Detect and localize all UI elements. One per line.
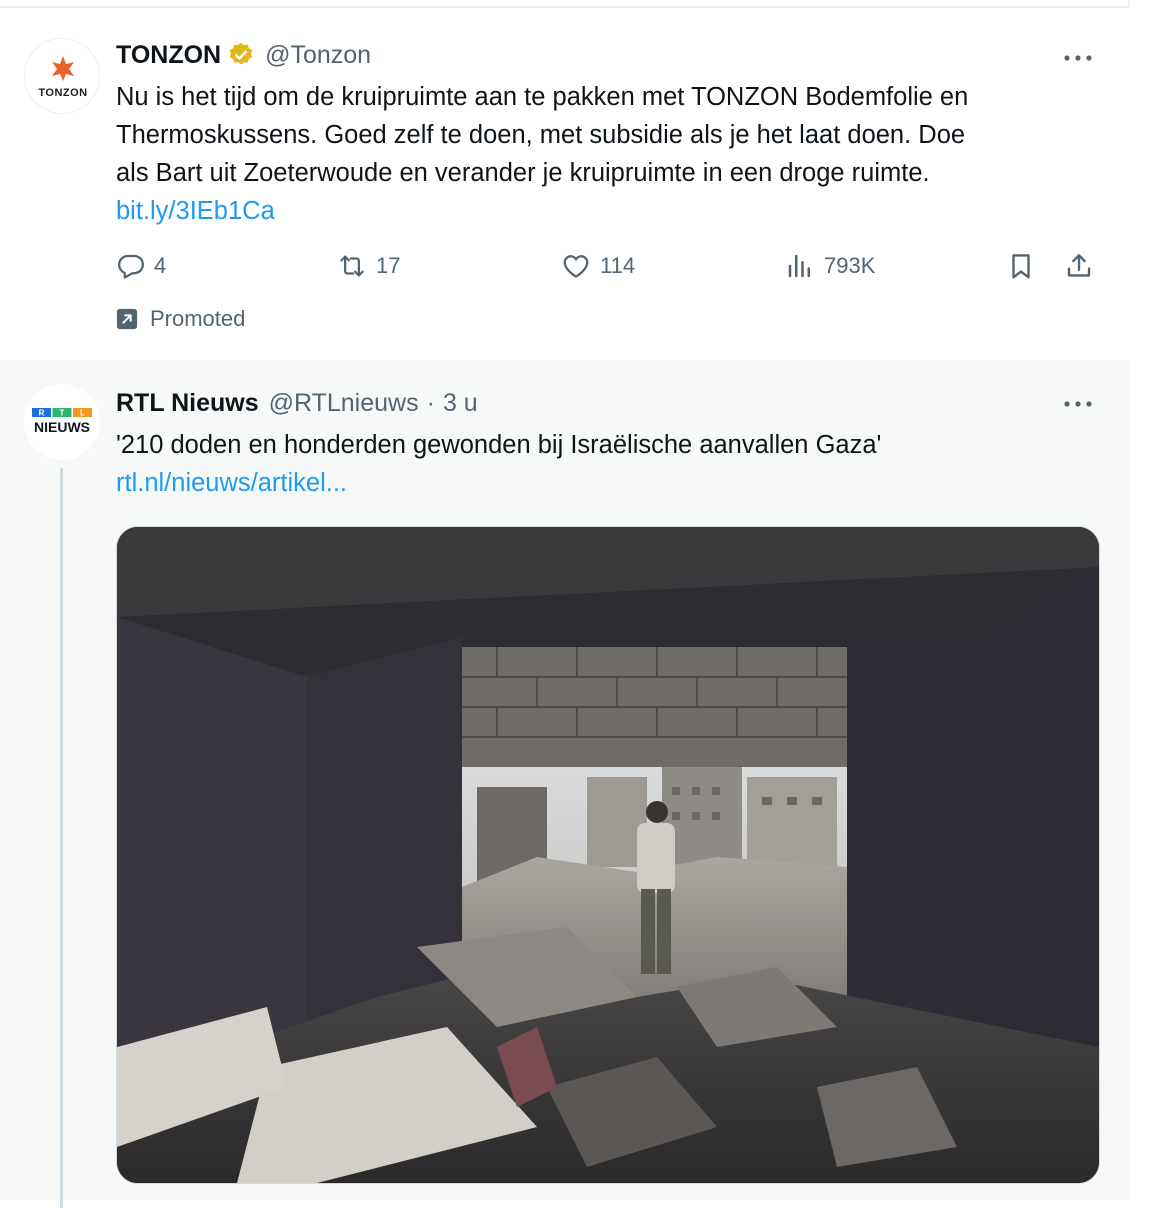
- rtl-letter-t: T: [60, 409, 65, 418]
- tonzon-logo-icon: [52, 56, 74, 81]
- promoted-arrow-icon: [116, 308, 138, 330]
- promoted-tweet[interactable]: TONZON TONZON @Tonzon Nu is het tijd om …: [0, 8, 1130, 360]
- rtl-letter-l: L: [80, 409, 85, 418]
- separator-dot: ·: [426, 388, 435, 417]
- views-icon: [788, 254, 810, 278]
- tweet-text-line: '210 doden en honderden gewonden bij Isr…: [116, 431, 882, 459]
- tweet-header: RTL Nieuws @RTLnieuws · 3 u: [116, 386, 478, 420]
- timeline-feed: TONZON TONZON @Tonzon Nu is het tijd om …: [0, 0, 1130, 1208]
- more-icon[interactable]: [1062, 42, 1094, 74]
- promoted-text: Promoted: [150, 306, 246, 331]
- rtl-logo-icon: R T L NIEUWS: [32, 408, 92, 435]
- tonzon-avatar-text: TONZON: [38, 87, 88, 99]
- photo-icon: [117, 527, 1099, 1183]
- share-button[interactable]: [1064, 248, 1102, 284]
- retweet-count: 17: [376, 253, 401, 278]
- more-icon[interactable]: [1062, 388, 1094, 420]
- bookmark-icon: [1012, 254, 1030, 279]
- thread-line: [60, 468, 63, 1208]
- tweet-text: Nu is het tijd om de kruipruimte aan te …: [116, 78, 1116, 230]
- tweet-text-line: Thermoskussens. Goed zelf te doen, met s…: [116, 121, 966, 149]
- tweet-timestamp[interactable]: 3 u: [443, 389, 478, 418]
- reply-icon: [118, 254, 144, 279]
- reply-button[interactable]: 4: [116, 248, 166, 284]
- tweet-text: '210 doden en honderden gewonden bij Isr…: [116, 426, 1116, 502]
- news-tweet[interactable]: R T L NIEUWS RTL Nieuws @RTLnieuws · 3 u…: [0, 360, 1130, 1208]
- tweet-photo[interactable]: [116, 526, 1100, 1184]
- tweet-actions: 4 17 114 793K: [116, 248, 1106, 284]
- rtl-avatar-text: NIEUWS: [34, 419, 90, 435]
- author-handle[interactable]: @RTLnieuws: [269, 389, 419, 418]
- tweet-link[interactable]: bit.ly/3IEb1Ca: [116, 192, 1116, 230]
- like-icon: [563, 255, 589, 278]
- tweet-text-line: als Bart uit Zoeterwoude en verander je …: [116, 159, 930, 187]
- views-count: 793K: [824, 253, 876, 278]
- retweet-button[interactable]: 17: [336, 248, 400, 284]
- bookmark-button[interactable]: [1006, 248, 1044, 284]
- like-count: 114: [600, 253, 636, 278]
- author-name[interactable]: RTL Nieuws: [116, 389, 259, 418]
- rtl-avatar[interactable]: R T L NIEUWS: [24, 384, 100, 460]
- promoted-label[interactable]: Promoted: [116, 306, 245, 332]
- tweet-link[interactable]: rtl.nl/nieuws/artikel...: [116, 464, 1116, 502]
- author-handle[interactable]: @Tonzon: [265, 41, 371, 70]
- tonzon-avatar[interactable]: TONZON: [24, 38, 100, 114]
- tweet-text-line: Nu is het tijd om de kruipruimte aan te …: [116, 83, 969, 111]
- rtl-letter-r: R: [39, 409, 45, 418]
- views-button[interactable]: 793K: [784, 248, 875, 284]
- reply-count: 4: [154, 253, 167, 278]
- like-button[interactable]: 114: [560, 248, 635, 284]
- verified-badge-icon: [229, 42, 253, 65]
- retweet-icon: [340, 255, 364, 277]
- tweet-header: TONZON @Tonzon: [116, 38, 371, 72]
- author-name[interactable]: TONZON: [116, 41, 221, 70]
- share-icon: [1067, 254, 1091, 277]
